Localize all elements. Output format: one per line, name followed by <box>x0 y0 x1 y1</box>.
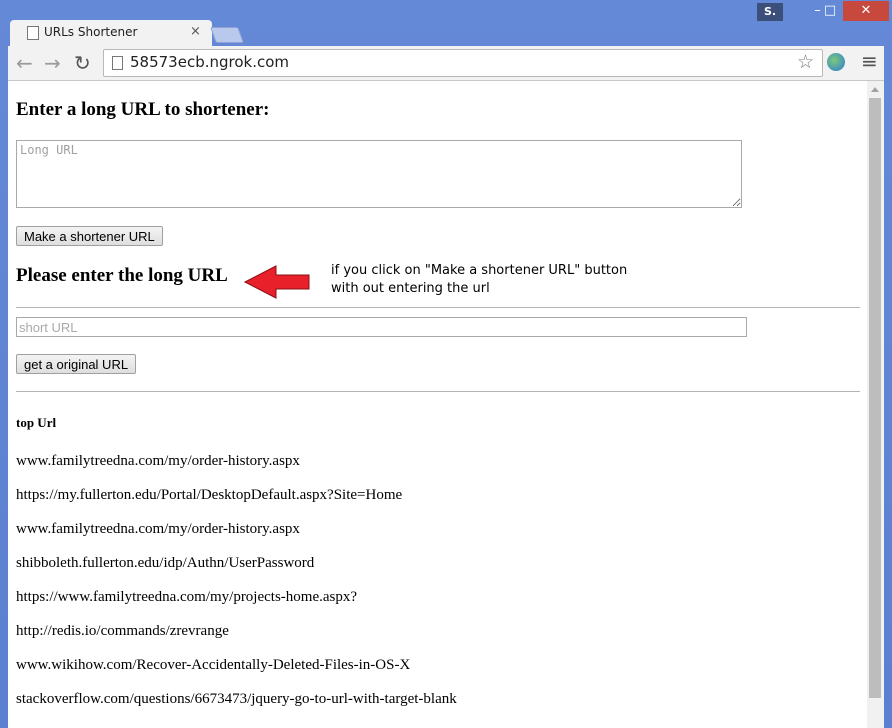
red-arrow-annotation <box>243 265 310 299</box>
close-window-button[interactable]: ✕ <box>843 1 889 21</box>
address-bar[interactable]: 58573ecb.ngrok.com ☆ <box>103 49 823 77</box>
browser-toolbar: ← → ↻ 58573ecb.ngrok.com ☆ ≡ <box>8 46 884 81</box>
bookmark-star-icon[interactable]: ☆ <box>797 51 814 73</box>
address-text[interactable]: 58573ecb.ngrok.com <box>130 53 289 71</box>
divider <box>16 391 860 392</box>
browser-tab[interactable]: URLs Shortener × <box>10 20 212 46</box>
top-url-item: www.familytreedna.com/my/order-history.a… <box>16 521 300 537</box>
top-url-item: stackoverflow.com/questions/6673473/jque… <box>16 691 457 707</box>
page-icon <box>112 56 123 70</box>
long-url-input[interactable] <box>16 140 742 208</box>
page-viewport: Enter a long URL to shortener: Make a sh… <box>8 81 884 728</box>
globe-extension-icon[interactable] <box>827 53 845 71</box>
top-url-item: shibboleth.fullerton.edu/idp/Authn/UserP… <box>16 555 315 571</box>
error-message: Please enter the long URL <box>16 265 228 286</box>
scrollbar-thumb[interactable] <box>869 98 881 698</box>
page-icon <box>27 26 39 40</box>
vertical-scrollbar[interactable] <box>867 81 884 728</box>
close-tab-icon[interactable]: × <box>190 24 201 39</box>
divider <box>16 307 860 308</box>
annotation-note: if you click on "Make a shortener URL" b… <box>331 262 627 298</box>
profile-badge[interactable]: S. <box>757 3 783 21</box>
maximize-button[interactable]: □ <box>817 1 843 21</box>
tab-title: URLs Shortener <box>44 25 138 39</box>
page-heading: Enter a long URL to shortener: <box>16 99 270 120</box>
short-url-input[interactable] <box>16 317 747 337</box>
scroll-up-icon[interactable] <box>871 87 879 92</box>
top-url-item: https://www.familytreedna.com/my/project… <box>16 589 358 605</box>
new-tab-button[interactable] <box>210 27 244 43</box>
top-url-item: www.wikihow.com/Recover-Accidentally-Del… <box>16 657 411 673</box>
reload-icon[interactable]: ↻ <box>74 51 91 75</box>
top-url-item: www.familytreedna.com/my/order-history.a… <box>16 453 300 469</box>
browser-window: S. – □ ✕ URLs Shortener × ← → ↻ 58573ecb… <box>0 0 892 728</box>
annotation-line: with out entering the url <box>331 281 490 296</box>
back-icon[interactable]: ← <box>16 51 33 75</box>
top-url-item: http://redis.io/commands/zrevrange <box>16 623 229 639</box>
top-url-item: https://my.fullerton.edu/Portal/DesktopD… <box>16 487 403 503</box>
menu-icon[interactable]: ≡ <box>861 49 878 73</box>
make-shortener-button[interactable]: Make a shortener URL <box>16 226 163 246</box>
forward-icon[interactable]: → <box>44 51 61 75</box>
annotation-line: if you click on "Make a shortener URL" b… <box>331 263 628 278</box>
get-original-url-button[interactable]: get a original URL <box>16 354 137 374</box>
top-url-heading: top Url <box>16 415 57 430</box>
